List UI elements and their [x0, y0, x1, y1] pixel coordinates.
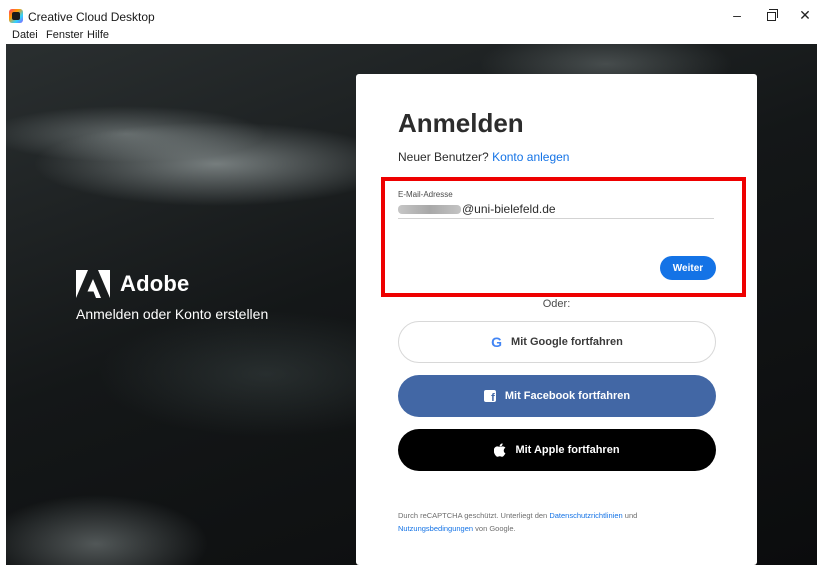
menu-item-datei[interactable]: Datei — [12, 29, 38, 41]
apple-signin-button[interactable]: Mit Apple fortfahren — [398, 429, 716, 471]
close-button[interactable]: ✕ — [790, 4, 817, 26]
email-domain: @uni-bielefeld.de — [462, 202, 556, 216]
google-signin-button[interactable]: G Mit Google fortfahren — [398, 321, 716, 363]
email-label: E-Mail-Adresse — [398, 190, 453, 199]
or-divider: Oder: — [542, 298, 571, 310]
menu-bar: Datei Fenster Hilfe — [0, 28, 817, 44]
brand-name: Adobe — [120, 271, 190, 296]
brand-tagline: Anmelden oder Konto erstellen — [76, 306, 269, 322]
legal-prefix: Durch reCAPTCHA geschützt. Unterliegt de… — [398, 511, 548, 520]
signin-card: Anmelden Neuer Benutzer? Konto anlegen E… — [356, 74, 757, 565]
facebook-signin-button[interactable]: Mit Facebook fortfahren — [398, 375, 716, 417]
email-field[interactable]: @uni-bielefeld.de — [398, 202, 714, 219]
create-account-link[interactable]: Konto anlegen — [492, 150, 569, 164]
facebook-button-label: Mit Facebook fortfahren — [504, 390, 631, 402]
adobe-logo-icon — [76, 270, 110, 298]
facebook-icon — [483, 390, 496, 404]
legal-notice: Durch reCAPTCHA geschützt. Unterliegt de… — [398, 509, 718, 535]
new-user-line: Neuer Benutzer? Konto anlegen — [398, 150, 569, 164]
legal-suffix: von Google. — [475, 524, 516, 533]
apple-icon — [494, 443, 506, 457]
terms-of-service-link[interactable]: Nutzungsbedingungen — [398, 524, 473, 533]
privacy-policy-link[interactable]: Datenschutzrichtlinien — [549, 511, 622, 520]
title-bar: Creative Cloud Desktop – ✕ — [0, 0, 817, 28]
restore-button[interactable] — [756, 4, 786, 26]
restore-icon — [766, 9, 778, 21]
minimize-button[interactable]: – — [722, 4, 752, 26]
creative-cloud-icon — [9, 9, 23, 23]
google-button-label: Mit Google fortfahren — [511, 336, 623, 348]
legal-and: und — [624, 511, 638, 520]
continue-button[interactable]: Weiter — [660, 256, 716, 280]
google-icon: G — [491, 334, 503, 350]
window-title: Creative Cloud Desktop — [28, 10, 155, 24]
page-title: Anmelden — [398, 108, 524, 138]
apple-button-label: Mit Apple fortfahren — [515, 444, 620, 456]
menu-item-fenster[interactable]: Fenster — [46, 29, 83, 41]
new-user-text: Neuer Benutzer? — [398, 150, 489, 164]
redacted-email-user — [398, 205, 461, 214]
menu-item-hilfe[interactable]: Hilfe — [87, 29, 109, 41]
brand: Adobe — [76, 270, 189, 298]
